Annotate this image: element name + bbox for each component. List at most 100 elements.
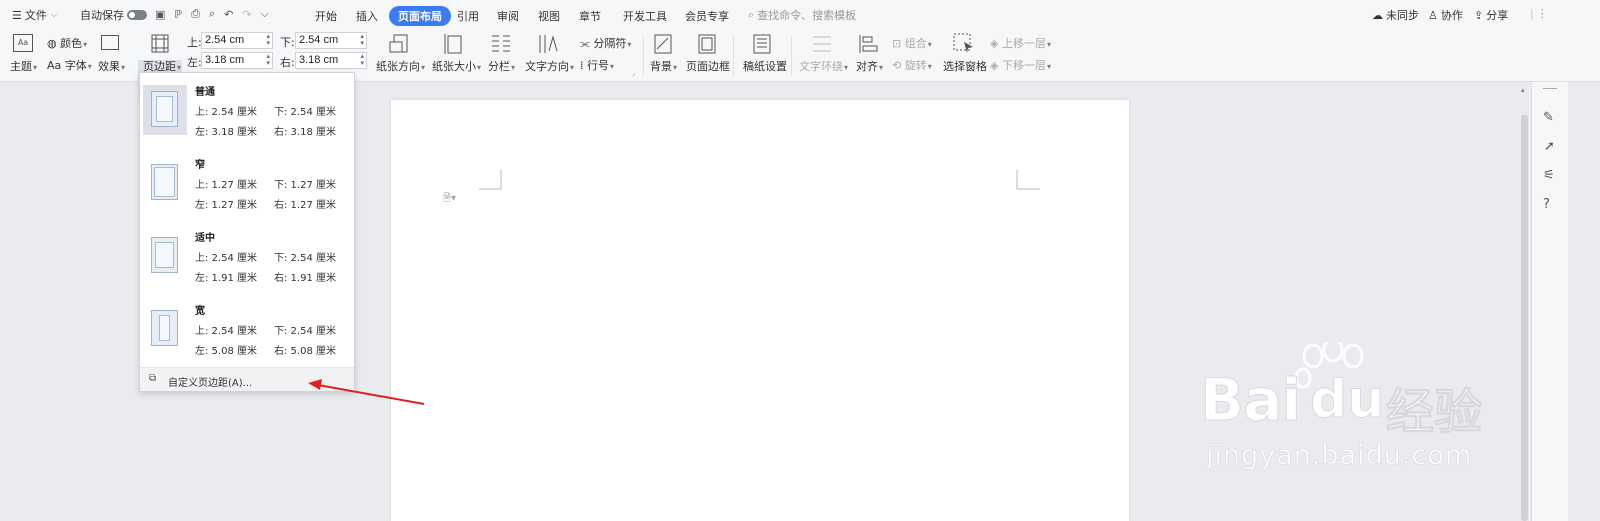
divider	[643, 36, 644, 76]
dialog-launcher-icon[interactable]: ⌟	[632, 69, 635, 77]
margin-left-input[interactable]: 3.18 cm ▴ ▾	[201, 52, 273, 69]
sliders-icon[interactable]: ⚟	[1543, 168, 1555, 183]
print-preview-icon[interactable]: ⌕	[209, 7, 215, 21]
margin-bottom-input[interactable]: 2.54 cm ▴ ▾	[295, 32, 367, 49]
margin-thumbnail	[143, 158, 187, 208]
page-border-button[interactable]: 页面边框	[686, 58, 730, 74]
effect-button[interactable]: 效果▾	[98, 58, 125, 74]
autosave-label: 自动保存	[80, 9, 124, 22]
columns-button[interactable]: 分栏▾	[488, 58, 515, 74]
option-left: 左: 1.91 厘米	[195, 273, 257, 284]
tab-review[interactable]: 审阅	[497, 8, 519, 24]
search-icon: ⌕	[748, 8, 755, 21]
paper-size-button[interactable]: 纸张大小▾	[432, 58, 481, 74]
sync-status[interactable]: ☁ 未同步	[1372, 7, 1419, 23]
group-icon: ⊡	[892, 37, 902, 50]
divider	[733, 36, 734, 76]
margin-left-label: 左:	[187, 56, 202, 69]
tab-page-layout[interactable]: 页面布局	[389, 6, 451, 26]
page-border-icon[interactable]	[698, 34, 716, 54]
draft-paper-button[interactable]: 稿纸设置	[743, 58, 787, 74]
columns-icon[interactable]	[491, 34, 511, 54]
paragraph-options-icon[interactable]: 🗎▾	[443, 191, 456, 208]
background-label: 背景	[650, 60, 672, 73]
option-right: 右: 1.91 厘米	[274, 273, 336, 284]
tab-view[interactable]: 视图	[538, 8, 560, 24]
sidebar-handle	[1543, 88, 1557, 89]
redo-icon[interactable]: ↷	[242, 8, 251, 21]
file-menu[interactable]: ☰ 文件 ⌵	[12, 7, 57, 23]
spinner-icon[interactable]: ▴ ▾	[360, 53, 364, 67]
scroll-up-icon[interactable]: ▴	[1521, 86, 1525, 94]
color-button[interactable]: ◍ 颜色▾	[47, 35, 87, 51]
background-button[interactable]: 背景▾	[650, 58, 677, 74]
margins-icon[interactable]	[151, 34, 169, 53]
command-search[interactable]: ⌕ 查找命令、搜索模板	[748, 7, 856, 23]
document-page[interactable]: 🗎▾	[391, 100, 1129, 521]
share-icon: ⇪	[1474, 8, 1484, 22]
option-left: 左: 1.27 厘米	[195, 200, 257, 211]
share-label: 分享	[1486, 9, 1509, 22]
draft-paper-icon[interactable]	[753, 34, 771, 54]
theme-button[interactable]: 主题▾	[10, 58, 37, 74]
margin-option-wide[interactable]: 宽 上: 2.54 厘米 下: 2.54 厘米 左: 5.08 厘米 右: 5.…	[140, 292, 354, 364]
spinner-icon[interactable]: ▴ ▾	[266, 33, 270, 47]
margin-top-value: 2.54 cm	[205, 34, 245, 46]
undo-icon[interactable]: ↶	[224, 8, 233, 21]
format-painter-icon[interactable]: ℙ	[174, 8, 182, 21]
paper-size-icon[interactable]	[444, 33, 464, 55]
tab-member[interactable]: 会员专享	[685, 8, 729, 24]
breaks-button[interactable]: ⫘ 分隔符▾	[580, 35, 631, 51]
line-number-button[interactable]: ⁞ 行号▾	[580, 57, 614, 73]
option-left: 左: 5.08 厘米	[195, 346, 257, 357]
toggle-switch[interactable]	[127, 10, 147, 20]
edit-icon[interactable]: ✎	[1543, 110, 1554, 125]
bring-forward-label: 上移一层	[1001, 37, 1046, 50]
option-left: 左: 3.18 厘米	[195, 127, 257, 138]
align-icon[interactable]	[859, 34, 879, 54]
margin-right-input[interactable]: 3.18 cm ▴ ▾	[295, 52, 367, 69]
collab-button[interactable]: ♙ 协作	[1428, 7, 1463, 23]
spinner-icon[interactable]: ▴ ▾	[360, 33, 364, 47]
text-direction-button[interactable]: 文字方向▾	[525, 58, 574, 74]
scrollbar-thumb[interactable]	[1521, 115, 1528, 521]
margin-bottom-value: 2.54 cm	[299, 34, 339, 46]
tab-insert[interactable]: 插入	[356, 8, 378, 24]
spinner-icon[interactable]: ▴ ▾	[266, 53, 270, 67]
send-backward-icon: ◈	[990, 59, 999, 72]
selection-pane-icon[interactable]	[953, 33, 975, 55]
margins-dropdown: 普通 上: 2.54 厘米 下: 2.54 厘米 左: 3.18 厘米 右: 3…	[139, 72, 355, 392]
cursor-icon[interactable]: ➚	[1544, 139, 1555, 154]
share-button[interactable]: ⇪ 分享	[1474, 7, 1508, 23]
save-icon[interactable]: ▣	[155, 8, 165, 21]
background-icon[interactable]	[654, 34, 672, 54]
orientation-icon[interactable]	[388, 33, 410, 55]
orientation-button[interactable]: 纸张方向▾	[376, 58, 425, 74]
theme-icon[interactable]: Aa	[13, 34, 33, 52]
effect-icon[interactable]	[101, 35, 119, 50]
align-label: 对齐	[856, 60, 878, 73]
tab-developer[interactable]: 开发工具	[623, 8, 667, 24]
text-direction-icon[interactable]	[537, 33, 559, 55]
tab-references[interactable]: 引用	[457, 8, 479, 24]
print-icon[interactable]: ⎙	[191, 7, 200, 21]
paper-size-label: 纸张大小	[432, 60, 476, 73]
margin-option-normal[interactable]: 普通 上: 2.54 厘米 下: 2.54 厘米 左: 3.18 厘米 右: 3…	[140, 73, 354, 145]
line-number-icon: ⁞	[580, 59, 584, 72]
customize-toolbar-icon[interactable]: ⌵	[261, 7, 269, 21]
font-button[interactable]: Aa 字体▾	[47, 57, 92, 73]
selection-pane-button[interactable]: 选择窗格	[943, 58, 987, 74]
margin-option-narrow[interactable]: 窄 上: 1.27 厘米 下: 1.27 厘米 左: 1.27 厘米 右: 1.…	[140, 146, 354, 218]
margin-top-input[interactable]: 2.54 cm ▴ ▾	[201, 32, 273, 49]
option-name: 宽	[195, 306, 205, 317]
more-menu[interactable]: | ⋮	[1530, 7, 1548, 20]
custom-margins-label: 自定义页边距(A)...	[168, 378, 253, 389]
margin-option-moderate[interactable]: 适中 上: 2.54 厘米 下: 2.54 厘米 左: 1.91 厘米 右: 1…	[140, 219, 354, 291]
align-button[interactable]: 对齐▾	[856, 58, 883, 74]
more-icon[interactable]: ⋮	[1537, 7, 1548, 20]
help-icon[interactable]: ?	[1543, 197, 1550, 212]
tab-home[interactable]: 开始	[315, 8, 337, 24]
tab-chapter[interactable]: 章节	[579, 8, 601, 24]
autosave-toggle[interactable]: 自动保存	[80, 7, 147, 23]
option-top: 上: 2.54 厘米	[195, 253, 257, 264]
